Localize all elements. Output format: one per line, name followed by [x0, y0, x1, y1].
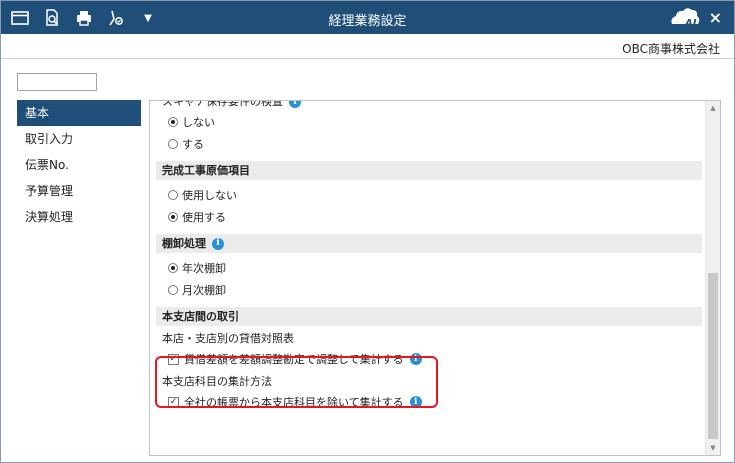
option-label: しない — [182, 116, 215, 129]
inventory-title: 棚卸処理 — [162, 237, 206, 250]
radio-icon[interactable] — [168, 190, 178, 200]
option-label: 月次棚卸 — [182, 284, 226, 297]
checkbox-checked-icon[interactable]: ✓ — [168, 396, 179, 408]
sidebar-item-transaction-entry[interactable]: 取引入力 — [17, 126, 141, 152]
inventory-option-annual[interactable]: 年次棚卸 — [156, 257, 702, 279]
settings-window: ▼ 経理業務設定 AI × OBC商事株式会社 基本 取引入力 伝票No. 予算… — [0, 0, 735, 463]
completed-work-heading: 完成工事原価項目 — [156, 161, 702, 180]
company-name: OBC商事株式会社 — [622, 42, 720, 56]
radio-selected-icon[interactable] — [168, 117, 178, 127]
sidebar-item-basic[interactable]: 基本 — [17, 100, 141, 126]
info-icon[interactable]: i — [289, 101, 301, 108]
scrollbar-thumb[interactable] — [708, 273, 718, 439]
balance-sheet-label: 本店・支店別の貸借対照表 — [162, 332, 294, 345]
sidebar: 基本 取引入力 伝票No. 予算管理 決算処理 — [17, 100, 141, 230]
ai-assistant-icon[interactable]: AI — [668, 4, 702, 30]
info-icon[interactable]: i — [212, 237, 224, 250]
option-label: 使用する — [182, 211, 226, 224]
option-label: する — [182, 138, 204, 151]
settings-panel: スキャナ保存要件の検査 i しない する 完成工事原価項目 使用しない 使用する — [149, 100, 721, 456]
branch-heading: 本支店間の取引 — [156, 307, 702, 326]
scanner-option-yes[interactable]: する — [156, 133, 702, 155]
completed-work-option-used[interactable]: 使用する — [156, 206, 702, 228]
checkbox-checked-icon[interactable]: ✓ — [168, 353, 179, 365]
inventory-heading: 棚卸処理 i — [156, 234, 702, 253]
aggregation-method-label: 本支店科目の集計方法 — [162, 375, 272, 388]
radio-icon[interactable] — [168, 285, 178, 295]
balance-adjust-option[interactable]: ✓ 貸借差額を差額調整勘定で調整して集計する i — [156, 348, 702, 370]
search-input[interactable] — [17, 73, 97, 91]
settings-content: スキャナ保存要件の検査 i しない する 完成工事原価項目 使用しない 使用する — [156, 100, 702, 413]
exclude-branch-accounts-option[interactable]: ✓ 全社の帳票から本支店科目を除いて集計する i — [156, 391, 702, 413]
radio-selected-icon[interactable] — [168, 263, 178, 273]
info-icon[interactable]: i — [409, 353, 422, 365]
ai-badge-text: AI — [684, 18, 697, 29]
sidebar-item-budget[interactable]: 予算管理 — [17, 178, 141, 204]
radio-selected-icon[interactable] — [168, 212, 178, 222]
option-label: 使用しない — [182, 189, 237, 202]
scanner-requirement-title: スキャナ保存要件の検査 — [162, 100, 283, 108]
option-label: 貸借差額を差額調整勘定で調整して集計する — [184, 353, 404, 366]
scroll-down-icon[interactable]: ▼ — [706, 441, 720, 455]
scanner-option-no[interactable]: しない — [156, 111, 702, 133]
sidebar-item-voucher-no[interactable]: 伝票No. — [17, 152, 141, 178]
scroll-up-icon[interactable]: ▲ — [706, 101, 720, 115]
close-button[interactable]: × — [709, 8, 722, 27]
sidebar-item-closing[interactable]: 決算処理 — [17, 204, 141, 230]
inventory-option-monthly[interactable]: 月次棚卸 — [156, 279, 702, 301]
option-label: 年次棚卸 — [182, 262, 226, 275]
option-label: 全社の帳票から本支店科目を除いて集計する — [184, 396, 404, 409]
window-title: 経理業務設定 — [328, 14, 407, 29]
header-divider — [1, 58, 734, 59]
info-icon[interactable]: i — [409, 396, 422, 408]
title-bar: ▼ 経理業務設定 AI × — [1, 1, 734, 34]
radio-icon[interactable] — [168, 139, 178, 149]
completed-work-option-unused[interactable]: 使用しない — [156, 184, 702, 206]
scanner-requirement-label: スキャナ保存要件の検査 i — [156, 100, 702, 111]
vertical-scrollbar[interactable]: ▲ ▼ — [705, 101, 720, 455]
